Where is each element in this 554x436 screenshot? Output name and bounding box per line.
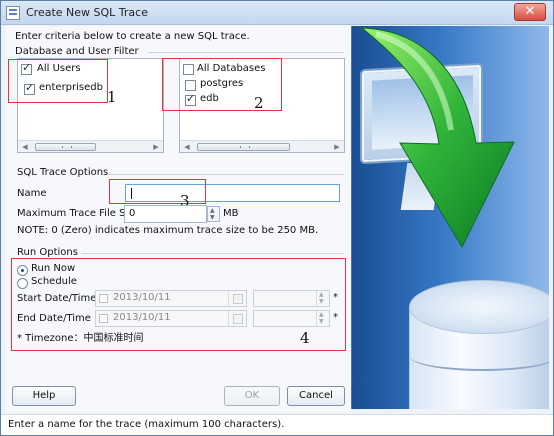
database-user-filter-divider — [148, 52, 344, 53]
database-user-filter-label: Database and User Filter — [15, 46, 139, 57]
databases-scroll-thumb[interactable] — [197, 143, 290, 151]
file-size-spinner[interactable] — [207, 206, 220, 222]
start-date-checkbox[interactable] — [99, 294, 108, 303]
cancel-button[interactable]: Cancel — [287, 386, 345, 406]
ok-button[interactable]: OK — [224, 386, 280, 406]
sql-trace-options-divider — [107, 174, 344, 175]
timezone-label: * Timezone：中国标准时间 — [17, 333, 144, 344]
annotation-number-four: 4 — [300, 329, 310, 347]
window-title: Create New SQL Trace — [26, 6, 148, 19]
schedule-label: Schedule — [31, 276, 77, 287]
sql-trace-options-label: SQL Trace Options — [17, 167, 109, 178]
start-required-mark: * — [333, 292, 338, 303]
sql-trace-illustration — [351, 26, 549, 409]
dialog-content: Enter criteria below to create a new SQL… — [6, 26, 351, 412]
end-date-checkbox[interactable] — [99, 314, 108, 323]
start-time-input[interactable] — [253, 290, 330, 307]
help-button[interactable]: Help — [12, 386, 76, 406]
end-date-picker[interactable]: 2013/10/11 — [95, 310, 247, 327]
calendar-dropdown-icon[interactable] — [228, 311, 246, 326]
intro-text: Enter criteria below to create a new SQL… — [15, 31, 250, 42]
database-cylinder-ring — [409, 341, 549, 371]
run-options-label: Run Options — [17, 247, 78, 258]
end-required-mark: * — [333, 312, 338, 323]
file-size-unit: MB — [223, 208, 239, 219]
scroll-left-icon[interactable]: ◀ — [182, 142, 192, 152]
annotation-box-three — [109, 179, 206, 204]
run-options-divider — [81, 253, 344, 254]
end-time-spinner[interactable] — [316, 311, 329, 326]
maximum-trace-file-size-label: Maximum Trace File Size — [17, 208, 140, 219]
title-bar[interactable]: Create New SQL Trace ✕ — [1, 1, 553, 25]
users-scroll-thumb[interactable] — [35, 143, 96, 151]
schedule-radio[interactable] — [17, 278, 28, 289]
scroll-left-icon[interactable]: ◀ — [20, 142, 30, 152]
run-now-radio[interactable] — [17, 265, 28, 276]
trace-size-note: NOTE: 0 (Zero) indicates maximum trace s… — [17, 225, 319, 236]
calendar-dropdown-icon[interactable] — [228, 291, 246, 306]
run-now-label: Run Now — [31, 263, 76, 274]
users-horizontal-scrollbar[interactable]: ◀ ▶ — [18, 140, 163, 152]
end-date-value: 2013/10/11 — [113, 312, 171, 323]
maximum-trace-file-size-input[interactable]: 0 — [124, 205, 207, 223]
create-new-sql-trace-window: Create New SQL Trace ✕ Enter criteria be… — [0, 0, 554, 436]
annotation-box-one — [8, 59, 108, 103]
annotation-number-two: 2 — [254, 94, 264, 112]
start-time-spinner[interactable] — [316, 291, 329, 306]
scroll-right-icon[interactable]: ▶ — [151, 142, 161, 152]
application-icon — [6, 6, 20, 20]
status-bar: Enter a name for the trace (maximum 100 … — [1, 414, 553, 435]
annotation-box-two — [162, 58, 282, 111]
scroll-right-icon[interactable]: ▶ — [332, 142, 342, 152]
end-time-input[interactable] — [253, 310, 330, 327]
database-cylinder-top — [409, 280, 549, 334]
start-date-value: 2013/10/11 — [113, 292, 171, 303]
start-date-picker[interactable]: 2013/10/11 — [95, 290, 247, 307]
close-button[interactable]: ✕ — [514, 3, 546, 21]
databases-horizontal-scrollbar[interactable]: ◀ ▶ — [180, 140, 344, 152]
trace-name-label: Name — [17, 188, 47, 199]
annotation-number-one: 1 — [107, 88, 117, 106]
end-date-time-label: End Date/Time — [17, 313, 91, 324]
start-date-time-label: Start Date/Time — [17, 293, 97, 304]
